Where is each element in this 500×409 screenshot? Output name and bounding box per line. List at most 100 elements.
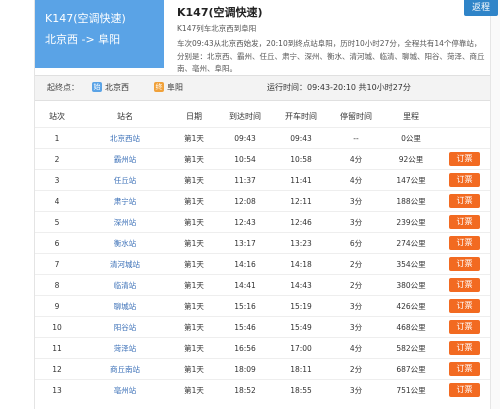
depart-time: 17:00 xyxy=(273,337,329,359)
book-ticket-button[interactable]: 订票 xyxy=(449,383,480,397)
timetable-header: 站次 站名 日期 到达时间 开车时间 停留时间 里程 xyxy=(35,105,490,128)
date: 第1天 xyxy=(171,169,217,191)
col-station: 站名 xyxy=(117,111,133,121)
stop-time: 2分 xyxy=(329,358,383,380)
col-stop-no: 站次 xyxy=(49,111,65,121)
book-ticket-button[interactable]: 订票 xyxy=(449,152,480,166)
distance: 426公里 xyxy=(383,295,439,317)
book-ticket-button[interactable]: 订票 xyxy=(449,257,480,271)
book-ticket-button[interactable]: 订票 xyxy=(449,362,480,376)
stop-time: 3分 xyxy=(329,295,383,317)
action-cell xyxy=(439,127,490,149)
depart-time: 11:41 xyxy=(273,169,329,191)
table-row: 3 任丘站 第1天 11:37 11:41 4分 147公里 订票 xyxy=(35,169,490,191)
stop-no: 5 xyxy=(35,211,79,233)
stop-time: 3分 xyxy=(329,316,383,338)
arrive-time: 15:16 xyxy=(217,295,273,317)
action-cell: 订票 xyxy=(439,274,490,296)
stop-no: 7 xyxy=(35,253,79,275)
action-cell: 订票 xyxy=(439,232,490,254)
book-ticket-button[interactable]: 订票 xyxy=(449,236,480,250)
train-subtitle: K147列车北京西到阜阳 xyxy=(177,24,257,33)
stop-no: 13 xyxy=(35,379,79,400)
date: 第1天 xyxy=(171,211,217,233)
table-row: 13 亳州站 第1天 18:52 18:55 3分 751公里 订票 xyxy=(35,379,490,400)
station-name[interactable]: 任丘站 xyxy=(79,169,171,191)
distance: 239公里 xyxy=(383,211,439,233)
book-ticket-button[interactable]: 订票 xyxy=(449,320,480,334)
book-ticket-button[interactable]: 订票 xyxy=(449,299,480,313)
depart-time: 09:43 xyxy=(273,127,329,149)
col-date: 日期 xyxy=(186,111,202,121)
train-title: K147(空调快速) xyxy=(177,6,263,19)
train-code: K147(空调快速) xyxy=(45,12,126,25)
station-name[interactable]: 聊城站 xyxy=(79,295,171,317)
stop-no: 12 xyxy=(35,358,79,380)
stop-time: 4分 xyxy=(329,148,383,170)
distance: 147公里 xyxy=(383,169,439,191)
station-name[interactable]: 北京西站 xyxy=(79,127,171,149)
station-name[interactable]: 霸州站 xyxy=(79,148,171,170)
arrive-time: 16:56 xyxy=(217,337,273,359)
arrive-time: 09:43 xyxy=(217,127,273,149)
arrive-time: 11:37 xyxy=(217,169,273,191)
arrive-time: 18:52 xyxy=(217,379,273,400)
train-info: K147(空调快速) K147列车北京西到阜阳 车次09:43从北京西始发，20… xyxy=(177,0,487,76)
table-row: 4 肃宁站 第1天 12:08 12:11 3分 188公里 订票 xyxy=(35,190,490,212)
col-stop-time: 停留时间 xyxy=(340,111,372,121)
date: 第1天 xyxy=(171,316,217,338)
left-page-margin xyxy=(0,0,35,409)
date: 第1天 xyxy=(171,190,217,212)
distance: 188公里 xyxy=(383,190,439,212)
stop-no: 3 xyxy=(35,169,79,191)
date: 第1天 xyxy=(171,127,217,149)
station-name[interactable]: 衡水站 xyxy=(79,232,171,254)
book-ticket-button[interactable]: 订票 xyxy=(449,215,480,229)
action-cell: 订票 xyxy=(439,253,490,275)
book-ticket-button[interactable]: 订票 xyxy=(449,278,480,292)
action-cell: 订票 xyxy=(439,337,490,359)
distance: 751公里 xyxy=(383,379,439,400)
depart-time: 12:11 xyxy=(273,190,329,212)
table-row: 2 霸州站 第1天 10:54 10:58 4分 92公里 订票 xyxy=(35,148,490,170)
date: 第1天 xyxy=(171,148,217,170)
station-name[interactable]: 清河城站 xyxy=(79,253,171,275)
book-ticket-button[interactable]: 订票 xyxy=(449,341,480,355)
station-name[interactable]: 商丘南站 xyxy=(79,358,171,380)
station-name[interactable]: 阳谷站 xyxy=(79,316,171,338)
right-scrollbar[interactable] xyxy=(490,0,500,409)
distance: 380公里 xyxy=(383,274,439,296)
stop-no: 2 xyxy=(35,148,79,170)
station-name[interactable]: 临清站 xyxy=(79,274,171,296)
arrive-time: 14:16 xyxy=(217,253,273,275)
run-time: 运行时间：09:43-20:10 共10小时27分 xyxy=(267,83,411,92)
date: 第1天 xyxy=(171,358,217,380)
arrive-time: 10:54 xyxy=(217,148,273,170)
return-trip-button[interactable]: 返程 xyxy=(464,0,498,16)
stop-time: 2分 xyxy=(329,274,383,296)
stop-time: 3分 xyxy=(329,379,383,400)
book-ticket-button[interactable]: 订票 xyxy=(449,173,480,187)
station-name[interactable]: 深州站 xyxy=(79,211,171,233)
route-info-bar: 起终点： 始 北京西 终 阜阳 运行时间：09:43-20:10 共10小时27… xyxy=(35,75,490,101)
start-station-icon: 始 xyxy=(92,82,102,92)
distance: 468公里 xyxy=(383,316,439,338)
end-station[interactable]: 阜阳 xyxy=(167,82,183,93)
book-ticket-button[interactable]: 订票 xyxy=(449,194,480,208)
stop-no: 8 xyxy=(35,274,79,296)
train-header: K147(空调快速) 北京西 -> 阜阳 K147(空调快速) K147列车北京… xyxy=(35,0,498,73)
stop-time: 4分 xyxy=(329,169,383,191)
stop-no: 10 xyxy=(35,316,79,338)
action-cell: 订票 xyxy=(439,379,490,400)
date: 第1天 xyxy=(171,379,217,400)
station-name[interactable]: 亳州站 xyxy=(79,379,171,400)
distance: 354公里 xyxy=(383,253,439,275)
col-distance: 里程 xyxy=(403,111,419,121)
arrive-time: 13:17 xyxy=(217,232,273,254)
station-name[interactable]: 肃宁站 xyxy=(79,190,171,212)
station-name[interactable]: 菏泽站 xyxy=(79,337,171,359)
depart-time: 10:58 xyxy=(273,148,329,170)
start-station[interactable]: 北京西 xyxy=(105,82,129,93)
depart-time: 18:11 xyxy=(273,358,329,380)
action-cell: 订票 xyxy=(439,211,490,233)
